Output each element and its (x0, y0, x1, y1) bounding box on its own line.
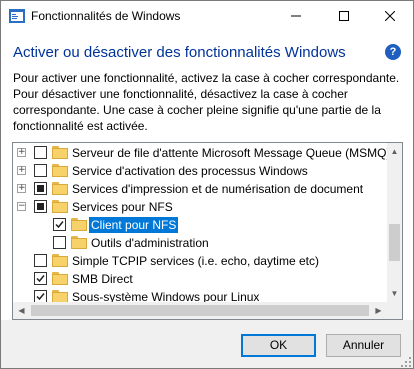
folder-icon (71, 236, 87, 249)
cancel-button[interactable]: Annuler (326, 334, 401, 357)
folder-icon (52, 254, 68, 267)
expand-icon[interactable]: + (17, 148, 26, 157)
folder-icon (52, 200, 68, 213)
page-title: Activer ou désactiver des fonctionnalité… (13, 44, 346, 61)
expand-icon[interactable]: + (17, 166, 26, 175)
feature-checkbox[interactable] (53, 236, 66, 249)
tree-item[interactable]: + Services d'impression et de numérisatio… (13, 180, 387, 198)
feature-checkbox[interactable] (34, 164, 47, 177)
tree-item-label: Client pour NFS (87, 216, 180, 234)
tree-item[interactable]: − Services pour NFS (13, 198, 387, 216)
feature-checkbox[interactable] (34, 182, 47, 195)
vertical-scrollbar[interactable]: ▲ ▼ (387, 143, 402, 302)
help-icon[interactable]: ? (385, 44, 401, 60)
tree-item[interactable]: SMB Direct (13, 270, 387, 288)
scroll-left-icon[interactable]: ◀ (13, 302, 30, 319)
folder-icon (52, 182, 68, 195)
minimize-icon (291, 10, 301, 24)
tree-item[interactable]: Simple TCPIP services (i.e. echo, daytim… (13, 252, 387, 270)
collapse-icon[interactable]: − (17, 202, 26, 211)
folder-icon (52, 272, 68, 285)
windows-features-icon (9, 9, 25, 23)
features-tree[interactable]: + Serveur de file d'attente Microsoft Mes… (12, 142, 403, 320)
horizontal-scrollbar[interactable]: ◀ ▶ (13, 302, 387, 319)
windows-features-dialog: Fonctionnalités de Windows Activer ou dé… (0, 0, 414, 369)
dialog-footer: OK Annuler (1, 320, 413, 368)
resize-grip-icon[interactable] (401, 356, 411, 367)
tree-item[interactable]: + Serveur de file d'attente Microsoft Mes… (13, 144, 390, 162)
tree-item-label: Serveur de file d'attente Microsoft Mess… (72, 146, 391, 160)
close-icon (384, 10, 396, 24)
feature-checkbox[interactable] (34, 254, 47, 267)
minimize-button[interactable] (273, 1, 319, 32)
ok-button[interactable]: OK (241, 334, 316, 357)
maximize-button[interactable] (321, 1, 367, 32)
tree-item-label: Service d'activation des processus Windo… (72, 164, 308, 178)
feature-checkbox[interactable] (53, 218, 66, 231)
folder-icon (52, 164, 68, 177)
dialog-content: Activer ou désactiver des fonctionnalité… (1, 32, 413, 320)
window-title: Fonctionnalités de Windows (31, 9, 181, 23)
tree-item[interactable]: Client pour NFS (13, 216, 387, 234)
tree-item[interactable]: Outils d'administration (13, 234, 387, 252)
folder-icon (71, 218, 87, 231)
instructions-text: Pour activer une fonctionnalité, activez… (13, 71, 400, 133)
tree-item[interactable]: + Service d'activation des processus Wind… (13, 162, 387, 180)
tree-item-label: SMB Direct (72, 272, 133, 286)
feature-checkbox[interactable] (34, 146, 47, 159)
close-button[interactable] (367, 1, 413, 32)
scroll-up-icon[interactable]: ▲ (387, 143, 402, 160)
tree-item-label: Services pour NFS (72, 200, 173, 214)
vertical-scroll-thumb[interactable] (389, 224, 400, 261)
scroll-down-icon[interactable]: ▼ (387, 285, 402, 302)
maximize-icon (339, 10, 349, 24)
feature-checkbox[interactable] (34, 200, 47, 213)
expand-icon[interactable]: + (17, 184, 26, 193)
tree-item-label: Services d'impression et de numérisation… (72, 182, 364, 196)
tree-item-label: Outils d'administration (91, 236, 209, 250)
scrollbar-corner (387, 302, 402, 319)
title-bar[interactable]: Fonctionnalités de Windows (1, 1, 413, 32)
feature-checkbox[interactable] (34, 272, 47, 285)
horizontal-scroll-thumb[interactable] (31, 305, 369, 316)
scroll-right-icon[interactable]: ▶ (370, 302, 387, 319)
folder-icon (52, 146, 68, 159)
tree-item-label: Simple TCPIP services (i.e. echo, daytim… (72, 254, 319, 268)
